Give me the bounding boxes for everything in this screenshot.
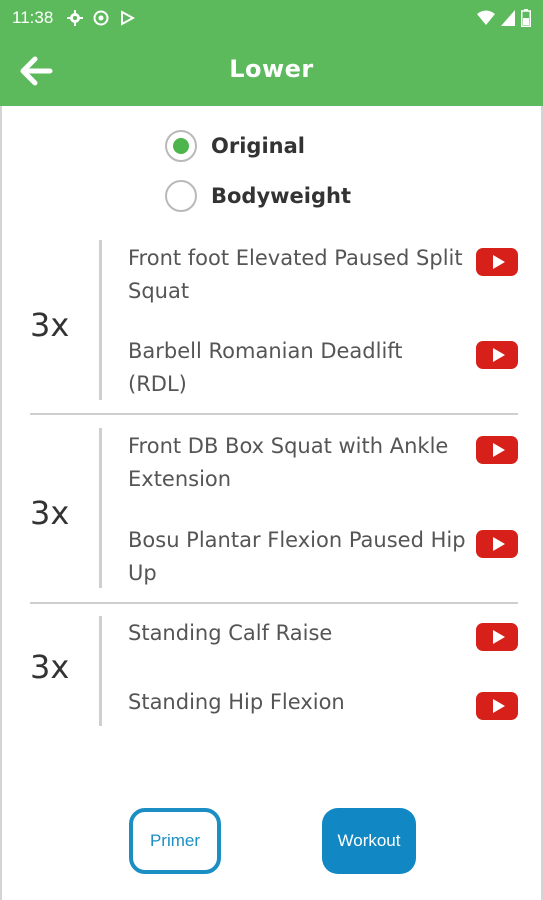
workout-content: Original Bodyweight 3x Front foot Elevat… (0, 106, 543, 900)
exercise-name: Standing Hip Flexion (128, 690, 345, 714)
mode-label-bodyweight: Bodyweight (211, 184, 352, 208)
group-divider-line (99, 428, 102, 588)
battery-icon (521, 9, 531, 27)
play-icon (121, 10, 136, 26)
settings-icon (67, 10, 84, 26)
exercise-name: Front foot Elevated Paused Split Squat (128, 246, 463, 303)
sets-count: 3x (30, 306, 70, 344)
workout-button[interactable]: Workout (322, 808, 416, 874)
app-bar: Lower (0, 36, 543, 106)
sets-count: 3x (30, 494, 70, 532)
mode-option-bodyweight[interactable]: Bodyweight (165, 180, 351, 212)
page-title: Lower (229, 55, 314, 83)
youtube-icon[interactable] (476, 248, 518, 276)
youtube-icon[interactable] (476, 341, 518, 369)
status-time: 11:38 (12, 8, 54, 27)
group-separator (30, 413, 518, 415)
radio-bodyweight[interactable] (165, 180, 197, 212)
youtube-icon[interactable] (476, 623, 518, 651)
radio-original[interactable] (165, 130, 197, 162)
group-divider-line (99, 240, 102, 400)
status-bar: 11:38 (0, 0, 543, 36)
exercise-name: Barbell Romanian Deadlift (RDL) (128, 339, 403, 396)
exercise-name: Standing Calf Raise (128, 621, 333, 645)
signal-icon (501, 10, 515, 26)
youtube-icon[interactable] (476, 530, 518, 558)
mode-option-original[interactable]: Original (165, 130, 305, 162)
sets-count: 3x (30, 648, 70, 686)
youtube-icon[interactable] (476, 692, 518, 720)
exercise-name: Front DB Box Squat with Ankle Extension (128, 434, 449, 491)
mode-label-original: Original (211, 134, 305, 158)
exercise-name: Bosu Plantar Flexion Paused Hip Up (128, 528, 466, 585)
youtube-icon[interactable] (476, 436, 518, 464)
primer-button[interactable]: Primer (129, 808, 221, 874)
group-separator (30, 602, 518, 604)
group-divider-line (99, 616, 102, 726)
vpn-icon (93, 10, 109, 26)
wifi-icon (477, 10, 495, 25)
